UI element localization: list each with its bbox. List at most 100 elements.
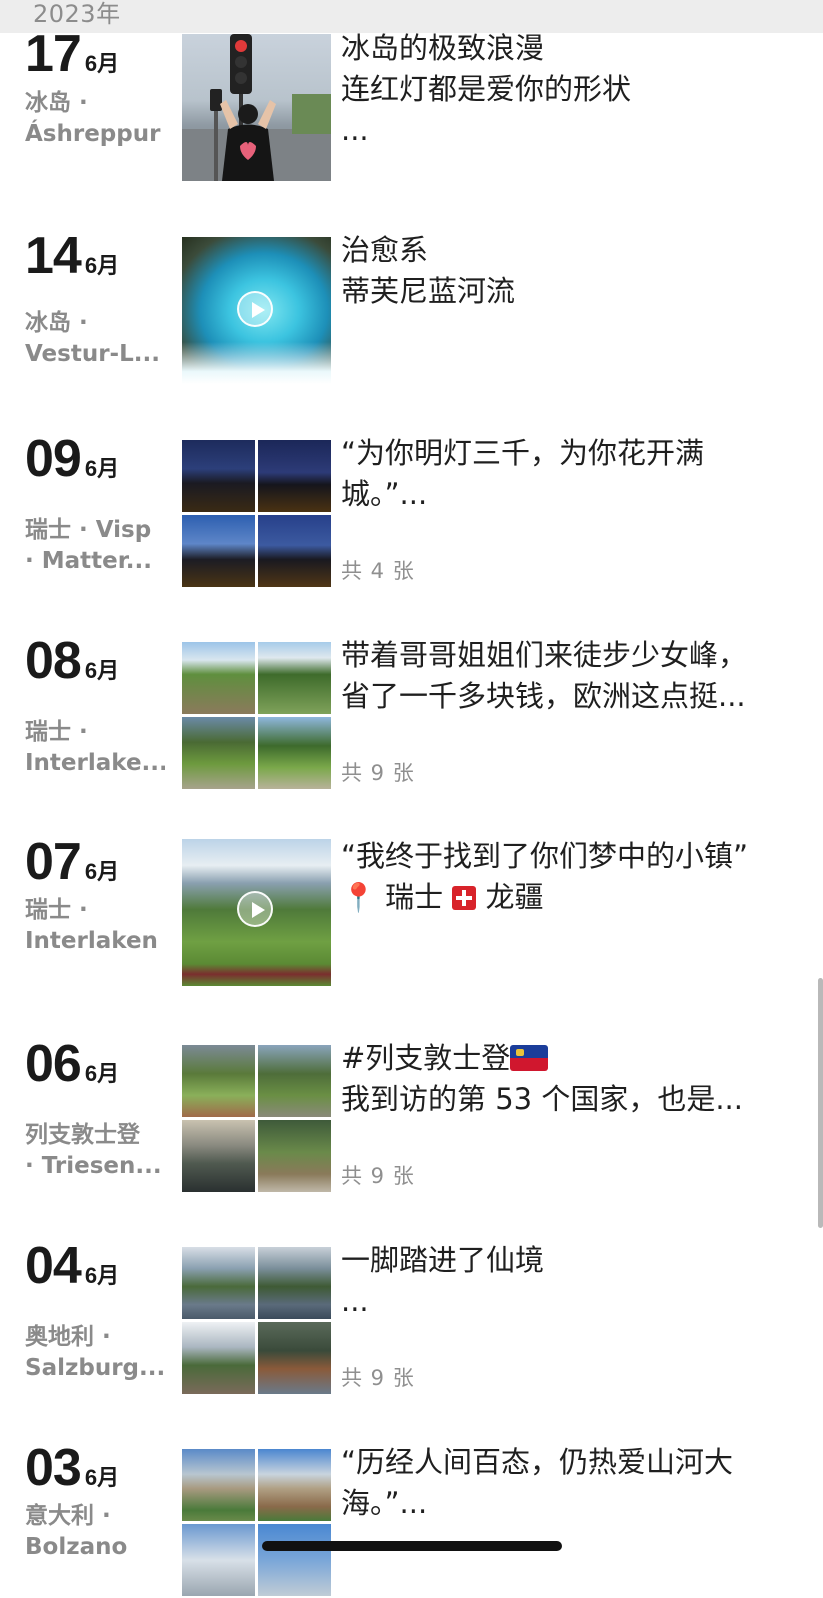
post-location: 列支敦士登 · Triesen... — [25, 1120, 165, 1182]
post-day: 14 — [25, 227, 82, 285]
photo-lake-town — [258, 1322, 331, 1394]
caption-line: “我终于找到了你们梦中的小镇” — [341, 839, 749, 873]
location-pin-icon: 📍 — [341, 881, 376, 914]
photo-traffic-light — [182, 34, 331, 181]
post-day: 03 — [25, 1439, 82, 1497]
photo-night-town — [258, 515, 331, 587]
post-caption: 一脚踏进了仙境 ... — [341, 1240, 801, 1322]
photo-foam — [182, 342, 331, 384]
post-location-line2: Salzburg... — [25, 1355, 165, 1381]
post-location-line2: Vestur-L... — [25, 341, 160, 367]
post-location-line2: Áshreppur — [25, 121, 161, 147]
photo-mountain-village — [258, 1120, 331, 1192]
post-caption: #列支敦士登 我到访的第 53 个国家，也是... — [341, 1038, 801, 1120]
post-day: 09 — [25, 430, 82, 488]
post-month: 6月 — [84, 1465, 120, 1490]
caption-text: #列支敦士登 — [341, 1041, 511, 1075]
photo-count: 共 9 张 — [341, 1366, 415, 1390]
photo-lake-town — [182, 1322, 255, 1394]
post-day: 17 — [25, 25, 82, 83]
post-location: 瑞士 · Interlaken — [25, 895, 165, 957]
caption-line: 治愈系 — [341, 233, 429, 267]
post-date: 17 6月 — [25, 28, 119, 90]
post-caption: “为你明灯三千，为你花开满 城。”... — [341, 433, 801, 515]
post-caption: “我终于找到了你们梦中的小镇” 📍 瑞士 龙疆 — [341, 836, 801, 918]
home-indicator[interactable] — [262, 1541, 562, 1551]
post-location: 瑞士 · Visp · Matter... — [25, 515, 165, 577]
post-photo-grid[interactable] — [182, 1045, 331, 1192]
post-month: 6月 — [84, 859, 120, 884]
post-location: 冰岛 · Vestur-L... — [25, 308, 165, 370]
photo-hiking-trail — [182, 642, 255, 714]
scrollbar[interactable] — [818, 978, 823, 1228]
post-location: 瑞士 · Interlake... — [25, 717, 165, 779]
play-icon[interactable] — [237, 891, 273, 927]
caption-town: 龙疆 — [485, 880, 544, 914]
post-location-line1: 奥地利 · — [25, 1324, 111, 1350]
post-video-thumbnail[interactable] — [182, 237, 331, 384]
post-caption: 治愈系 蒂芙尼蓝河流 — [341, 230, 801, 312]
photo-mountain-village — [182, 1045, 255, 1117]
post-location-line1: 列支敦士登 — [25, 1122, 140, 1148]
caption-line: 冰岛的极致浪漫 — [341, 31, 545, 65]
post-caption: “历经人间百态，仍热爱山河大 海。”... — [341, 1442, 801, 1524]
post-month: 6月 — [84, 1263, 120, 1288]
post-location: 奥地利 · Salzburg... — [25, 1322, 165, 1384]
post-caption: 冰岛的极致浪漫 连红灯都是爱你的形状 ... — [341, 28, 801, 151]
caption-line: #列支敦士登 — [341, 1038, 801, 1079]
post-month: 6月 — [84, 51, 120, 76]
caption-line: 连红灯都是爱你的形状 — [341, 72, 632, 106]
post-location-line1: 冰岛 · — [25, 310, 88, 336]
photo-mountain-village — [182, 1120, 255, 1192]
photo-mountain-village — [258, 1045, 331, 1117]
post-month: 6月 — [84, 253, 120, 278]
caption-line: 我到访的第 53 个国家，也是... — [341, 1082, 743, 1116]
photo-hiking-trail — [258, 717, 331, 789]
post-location-line1: 瑞士 · Visp — [25, 517, 152, 543]
post-day: 06 — [25, 1035, 82, 1093]
caption-line: 一脚踏进了仙境 — [341, 1243, 545, 1277]
post-photo-grid[interactable] — [182, 440, 331, 587]
caption-line: “历经人间百态，仍热爱山河大 — [341, 1445, 734, 1479]
caption-line: “为你明灯三千，为你花开满 — [341, 436, 705, 470]
photo-count: 共 9 张 — [341, 1164, 415, 1188]
caption-line: 城。”... — [341, 477, 428, 511]
caption-line: 海。”... — [341, 1486, 428, 1520]
post-date: 14 6月 — [25, 230, 119, 292]
post-photo-grid[interactable] — [182, 642, 331, 789]
post-day: 07 — [25, 833, 82, 891]
caption-line: 蒂芙尼蓝河流 — [341, 274, 516, 308]
post-date: 03 6月 — [25, 1442, 119, 1504]
post-location-line2: · Triesen... — [25, 1153, 162, 1179]
caption-line: ... — [341, 1284, 369, 1318]
caption-line: 省了一千多块钱，欧洲这点挺... — [341, 679, 746, 713]
post-photo-grid[interactable] — [182, 1247, 331, 1394]
photo-hiking-trail — [182, 717, 255, 789]
liechtenstein-flag-icon — [510, 1045, 549, 1071]
post-location: 冰岛 · Áshreppur — [25, 88, 165, 150]
post-date: 04 6月 — [25, 1240, 119, 1302]
photo-dolomites — [258, 1524, 331, 1596]
photo-lake-town — [182, 1247, 255, 1319]
post-month: 6月 — [84, 456, 120, 481]
post-month: 6月 — [84, 1061, 120, 1086]
photo-night-town — [182, 440, 255, 512]
post-location-line1: 冰岛 · — [25, 90, 88, 116]
post-location-line1: 瑞士 · — [25, 719, 88, 745]
caption-line: 带着哥哥姐姐们来徒步少女峰， — [341, 638, 748, 672]
photo-count: 共 9 张 — [341, 761, 415, 785]
caption-country: 瑞士 — [385, 880, 444, 914]
post-video-thumbnail[interactable] — [182, 839, 331, 986]
post-date: 09 6月 — [25, 433, 119, 495]
post-photo[interactable] — [182, 34, 331, 181]
post-month: 6月 — [84, 658, 120, 683]
post-caption: 带着哥哥姐姐们来徒步少女峰， 省了一千多块钱，欧洲这点挺... — [341, 635, 801, 717]
post-date: 07 6月 — [25, 836, 119, 898]
photo-dolomites — [258, 1449, 331, 1521]
post-photo-grid[interactable] — [182, 1449, 331, 1598]
photo-night-town — [258, 440, 331, 512]
play-icon[interactable] — [237, 291, 273, 327]
photo-dolomites — [182, 1449, 255, 1521]
swiss-flag-icon — [452, 886, 477, 910]
post-location-line2: Bolzano — [25, 1534, 128, 1560]
